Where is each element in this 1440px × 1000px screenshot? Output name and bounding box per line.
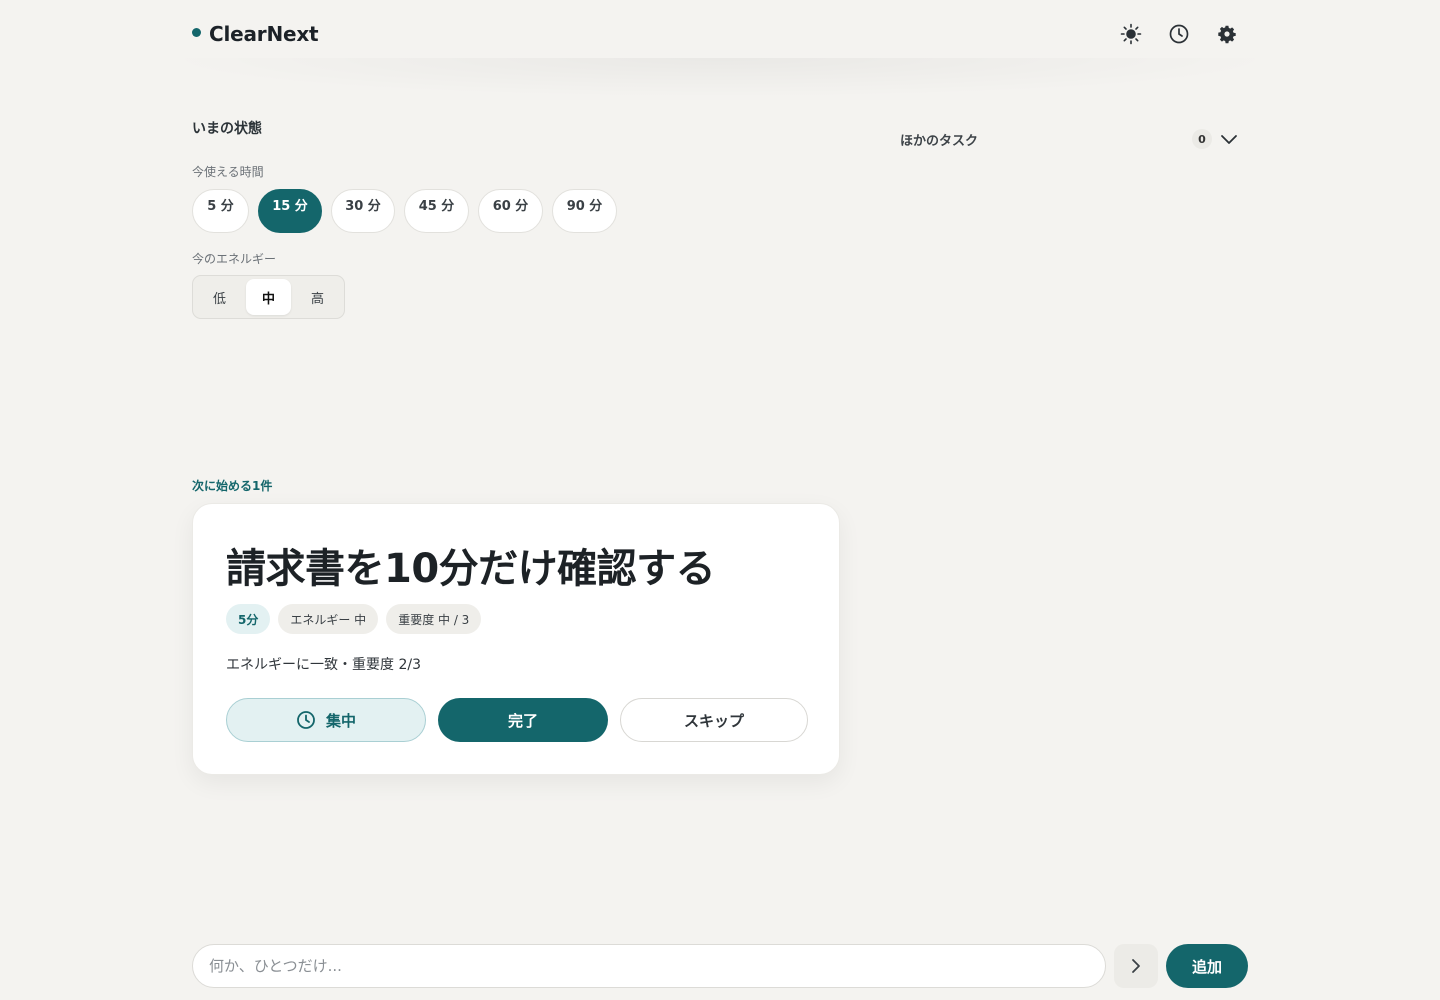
focus-button[interactable]: 集中 xyxy=(226,698,426,742)
sun-icon xyxy=(1120,23,1142,45)
add-task-button[interactable]: 追加 xyxy=(1166,944,1248,988)
task-actions: 集中 完了 スキップ xyxy=(226,698,808,742)
history-button[interactable] xyxy=(1166,21,1192,47)
app-page: ClearNext いまの状態 今使える時間 5 分 15 分 30 分 45 … xyxy=(0,0,1440,1000)
clock-icon xyxy=(1169,24,1189,44)
header-actions xyxy=(1118,21,1240,47)
task-composer: 追加 xyxy=(192,944,1248,988)
time-option-45[interactable]: 45 分 xyxy=(404,189,469,233)
time-label: 今使える時間 xyxy=(192,165,264,179)
app-header: ClearNext xyxy=(152,0,1288,98)
theme-toggle-button[interactable] xyxy=(1118,21,1144,47)
clock-icon xyxy=(297,711,315,729)
time-options: 5 分 15 分 30 分 45 分 60 分 90 分 xyxy=(192,189,617,233)
brand: ClearNext xyxy=(192,22,319,46)
other-tasks-toggle[interactable]: ほかのタスク 0 xyxy=(900,126,1240,152)
other-tasks-count-badge: 0 xyxy=(1192,129,1212,149)
energy-option-low[interactable]: 低 xyxy=(197,279,242,315)
chevron-down-icon xyxy=(1221,135,1237,144)
chevron-right-icon xyxy=(1132,959,1140,973)
state-section-title: いまの状態 xyxy=(192,121,262,137)
time-option-90[interactable]: 90 分 xyxy=(552,189,617,233)
brand-name: ClearNext xyxy=(209,22,319,46)
next-task-label: 次に始める1件 xyxy=(192,479,273,493)
task-title: 請求書を10分だけ確認する xyxy=(226,546,716,592)
time-option-15[interactable]: 15 分 xyxy=(258,189,322,233)
importance-chip: 重要度 中 / 3 xyxy=(386,604,482,634)
gear-icon xyxy=(1218,25,1236,44)
time-option-5[interactable]: 5 分 xyxy=(192,189,249,233)
time-option-60[interactable]: 60 分 xyxy=(478,189,543,233)
other-tasks-meta: 0 xyxy=(1192,128,1240,150)
energy-option-high[interactable]: 高 xyxy=(295,279,340,315)
task-chips: 5分 エネルギー 中 重要度 中 / 3 xyxy=(226,604,482,634)
task-input[interactable] xyxy=(192,944,1106,988)
next-button[interactable] xyxy=(1114,944,1158,988)
time-option-30[interactable]: 30 分 xyxy=(331,189,395,233)
done-button[interactable]: 完了 xyxy=(438,698,608,742)
energy-option-medium[interactable]: 中 xyxy=(246,279,291,315)
focus-button-label: 集中 xyxy=(325,711,356,730)
skip-button[interactable]: スキップ xyxy=(620,698,808,742)
energy-chip: エネルギー 中 xyxy=(278,604,379,634)
energy-selector: 低 中 高 xyxy=(192,275,345,319)
task-reason: エネルギーに一致・重要度 2/3 xyxy=(226,657,421,673)
duration-chip: 5分 xyxy=(226,604,271,634)
energy-label: 今のエネルギー xyxy=(192,252,277,266)
brand-dot-icon xyxy=(192,27,201,37)
other-tasks-label: ほかのタスク xyxy=(900,133,979,149)
settings-button[interactable] xyxy=(1214,21,1240,47)
next-task-card: 請求書を10分だけ確認する 5分 エネルギー 中 重要度 中 / 3 エネルギー… xyxy=(192,503,840,775)
